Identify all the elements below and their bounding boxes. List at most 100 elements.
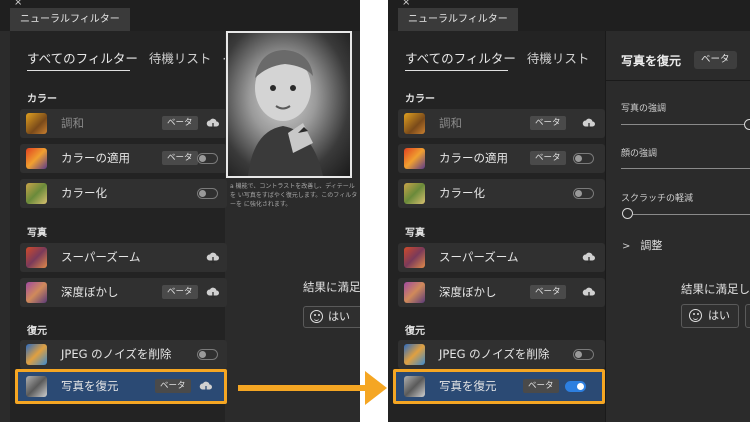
smiley-icon bbox=[689, 309, 702, 322]
panel-divider bbox=[605, 31, 606, 422]
cloud-download-icon[interactable] bbox=[206, 117, 220, 131]
slider-photo-enhancement[interactable] bbox=[621, 124, 750, 125]
filter-row-harmonization[interactable]: 調和 ベータ bbox=[398, 109, 605, 138]
filter-label: JPEG のノイズを削除 bbox=[61, 347, 172, 361]
adjust-label: 調整 bbox=[640, 239, 663, 252]
slider-label-photo-enhancement: 写真の強調 bbox=[621, 104, 667, 114]
photo-restoration-thumbnail bbox=[404, 376, 425, 397]
child-portrait-illustration bbox=[248, 50, 323, 176]
super-zoom-thumbnail bbox=[26, 247, 47, 268]
tab-all-filters[interactable]: すべてのフィルター bbox=[27, 48, 138, 67]
title-strip: × bbox=[0, 0, 360, 8]
document-tab-neural-filters[interactable]: ニューラルフィルター bbox=[10, 8, 130, 31]
color-transfer-thumbnail bbox=[26, 148, 47, 169]
filter-row-photo-restoration[interactable]: 写真を復元 ベータ bbox=[393, 369, 605, 404]
filter-toggle[interactable] bbox=[573, 153, 594, 164]
section-title-color: カラー bbox=[27, 94, 57, 105]
document-tab-neural-filters[interactable]: ニューラルフィルター bbox=[398, 8, 518, 31]
settings-beta-badge: ベータ bbox=[694, 51, 737, 69]
filter-toggle[interactable] bbox=[573, 349, 594, 360]
photo-restoration-thumbnail bbox=[26, 376, 47, 397]
feedback-yes-button[interactable]: はい bbox=[681, 304, 739, 328]
filter-tabs: すべてのフィルター 待機リスト ··· bbox=[27, 48, 234, 66]
yes-label: はい bbox=[708, 309, 730, 322]
neural-filters-panel-before: × ニューラルフィルター すべてのフィルター 待機リスト ··· カラー 調和 … bbox=[0, 0, 360, 422]
filter-row-super-zoom[interactable]: スーパーズーム bbox=[398, 243, 605, 272]
tab-all-filters[interactable]: すべてのフィルター bbox=[405, 48, 516, 67]
filter-label: 深度ぼかし bbox=[61, 285, 119, 299]
slider-scratch-reduction[interactable] bbox=[633, 214, 750, 215]
feedback-no-button[interactable] bbox=[745, 304, 750, 328]
beta-badge: ベータ bbox=[530, 116, 566, 130]
filter-row-color-transfer[interactable]: カラーの適用 ベータ bbox=[20, 144, 227, 173]
cloud-download-icon[interactable] bbox=[582, 251, 596, 265]
filter-row-depth-blur[interactable]: 深度ぼかし ベータ bbox=[398, 278, 605, 307]
filter-row-depth-blur[interactable]: 深度ぼかし ベータ bbox=[20, 278, 227, 307]
colorize-thumbnail bbox=[26, 183, 47, 204]
colorize-thumbnail bbox=[404, 183, 425, 204]
filter-label: カラーの適用 bbox=[61, 151, 130, 165]
super-zoom-thumbnail bbox=[404, 247, 425, 268]
filter-preview-image bbox=[226, 31, 352, 178]
harmonization-thumbnail bbox=[26, 113, 47, 134]
active-tab-underline bbox=[405, 70, 508, 71]
harmonization-thumbnail bbox=[404, 113, 425, 134]
section-title-color: カラー bbox=[405, 94, 435, 105]
filter-row-jpeg-artifacts[interactable]: JPEG のノイズを削除 bbox=[20, 340, 227, 369]
filter-row-colorize[interactable]: カラー化 bbox=[20, 179, 227, 208]
yes-label: はい bbox=[328, 310, 350, 323]
depth-blur-thumbnail bbox=[404, 282, 425, 303]
slider-handle[interactable] bbox=[744, 119, 750, 130]
filter-toggle-on[interactable] bbox=[565, 381, 586, 392]
filter-label: 写真を復元 bbox=[439, 379, 497, 393]
active-tab-underline bbox=[27, 70, 130, 71]
filter-row-harmonization[interactable]: 調和 ベータ bbox=[20, 109, 227, 138]
transition-arrow-line bbox=[238, 385, 360, 391]
filter-toggle[interactable] bbox=[197, 153, 218, 164]
jpeg-artifacts-thumbnail bbox=[404, 344, 425, 365]
filter-tabs: すべてのフィルター 待機リスト bbox=[405, 48, 596, 66]
filter-toggle[interactable] bbox=[197, 349, 218, 360]
cloud-download-icon[interactable] bbox=[199, 380, 213, 394]
filter-label: スーパーズーム bbox=[61, 250, 141, 264]
settings-header-divider bbox=[606, 80, 750, 81]
feedback-question: 結果に満足 bbox=[303, 280, 360, 294]
color-transfer-thumbnail bbox=[404, 148, 425, 169]
beta-badge: ベータ bbox=[155, 379, 191, 393]
filter-row-colorize[interactable]: カラー化 bbox=[398, 179, 605, 208]
filter-row-color-transfer[interactable]: カラーの適用 ベータ bbox=[398, 144, 605, 173]
filter-row-photo-restoration[interactable]: 写真を復元 ベータ bbox=[15, 369, 227, 404]
filter-list-panel: すべてのフィルター 待機リスト カラー 調和 ベータ カラーの適用 ベータ カラ… bbox=[388, 31, 605, 422]
adjust-section-toggle[interactable]: > 調整 bbox=[622, 237, 662, 253]
filter-label: スーパーズーム bbox=[439, 250, 519, 264]
jpeg-artifacts-thumbnail bbox=[26, 344, 47, 365]
beta-badge: ベータ bbox=[523, 379, 559, 393]
document-tab-bar: ニューラルフィルター bbox=[0, 8, 360, 31]
beta-badge: ベータ bbox=[530, 151, 566, 165]
filter-toggle[interactable] bbox=[573, 188, 594, 199]
filter-label: JPEG のノイズを削除 bbox=[439, 347, 550, 361]
filter-description: a 機能で、コントラストを改善し、ディテールを い写真をすばやく復元します。この… bbox=[230, 183, 358, 208]
cloud-download-icon[interactable] bbox=[206, 251, 220, 265]
cloud-download-icon[interactable] bbox=[582, 286, 596, 300]
slider-handle[interactable] bbox=[622, 208, 633, 219]
slider-face-enhancement[interactable] bbox=[621, 168, 750, 169]
filter-toggle[interactable] bbox=[197, 188, 218, 199]
section-title-restoration: 復元 bbox=[27, 326, 47, 337]
filter-label: 深度ぼかし bbox=[439, 285, 497, 299]
beta-badge: ベータ bbox=[162, 285, 198, 299]
title-strip: × bbox=[388, 0, 750, 8]
tab-wait-list[interactable]: 待機リスト bbox=[527, 48, 590, 67]
tab-wait-list[interactable]: 待機リスト bbox=[149, 48, 212, 67]
document-tab-bar: ニューラルフィルター bbox=[388, 8, 750, 31]
cloud-download-icon[interactable] bbox=[206, 286, 220, 300]
beta-badge: ベータ bbox=[162, 151, 198, 165]
cloud-download-icon[interactable] bbox=[582, 117, 596, 131]
filter-label: 調和 bbox=[439, 116, 462, 130]
feedback-yes-button[interactable]: はい bbox=[303, 306, 360, 328]
filter-row-jpeg-artifacts[interactable]: JPEG のノイズを削除 bbox=[398, 340, 605, 369]
section-title-photo: 写真 bbox=[27, 228, 47, 239]
feedback-question: 結果に満足し bbox=[681, 282, 750, 296]
filter-row-super-zoom[interactable]: スーパーズーム bbox=[20, 243, 227, 272]
neural-filters-panel-after: × ニューラルフィルター すべてのフィルター 待機リスト カラー 調和 ベータ … bbox=[388, 0, 750, 422]
